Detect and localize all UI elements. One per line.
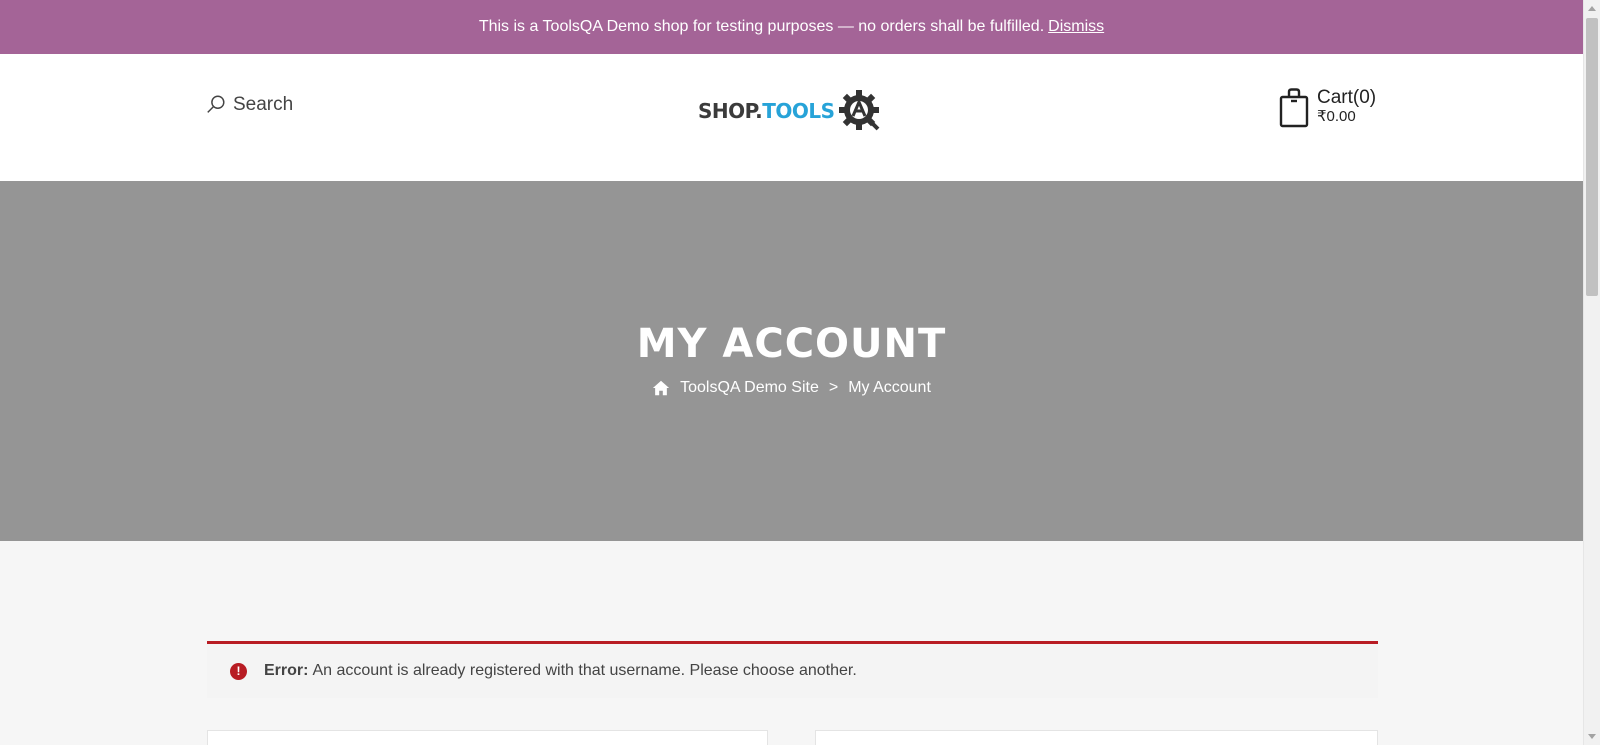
dismiss-link[interactable]: Dismiss bbox=[1048, 18, 1104, 36]
error-notice: ! Error: An account is already registere… bbox=[207, 641, 1378, 698]
login-form-box bbox=[207, 730, 768, 745]
cart-total: ₹0.00 bbox=[1317, 107, 1356, 125]
error-icon: ! bbox=[230, 662, 247, 680]
shopping-bag-icon bbox=[1279, 88, 1309, 128]
page-title: MY ACCOUNT bbox=[636, 321, 947, 367]
site-logo[interactable]: SHOP. TOOLS bbox=[698, 88, 883, 134]
search-icon bbox=[207, 95, 225, 113]
home-icon bbox=[653, 380, 670, 396]
site-header: Search SHOP. TOOLS Cart(0) ₹0.00 bbox=[0, 54, 1583, 181]
search-toggle[interactable]: Search bbox=[205, 94, 293, 116]
notice-text: This is a ToolsQA Demo shop for testing … bbox=[478, 18, 1045, 35]
register-form-box bbox=[815, 730, 1378, 745]
cart-widget[interactable]: Cart(0) ₹0.00 bbox=[1279, 87, 1377, 128]
scrollbar-thumb[interactable] bbox=[1586, 18, 1598, 296]
breadcrumb-current: My Account bbox=[848, 379, 931, 396]
scroll-up-arrow-icon[interactable] bbox=[1588, 6, 1596, 11]
breadcrumb-separator: > bbox=[828, 379, 839, 396]
breadcrumb-home-link[interactable]: ToolsQA Demo Site bbox=[680, 379, 819, 397]
page-hero: MY ACCOUNT ToolsQA Demo Site > My Accoun… bbox=[0, 181, 1583, 541]
search-label: Search bbox=[233, 94, 294, 115]
gear-a-logo-icon bbox=[838, 90, 879, 131]
page-scrollbar[interactable] bbox=[1583, 0, 1600, 745]
cart-label: Cart(0) bbox=[1317, 87, 1377, 108]
logo-text-tools: TOOLS bbox=[762, 99, 835, 123]
logo-text-shop: SHOP. bbox=[698, 99, 763, 123]
scroll-down-arrow-icon[interactable] bbox=[1588, 734, 1596, 739]
demo-store-notice: This is a ToolsQA Demo shop for testing … bbox=[0, 0, 1583, 54]
error-prefix: Error: bbox=[264, 662, 309, 679]
error-message: An account is already registered with th… bbox=[312, 662, 857, 679]
page: This is a ToolsQA Demo shop for testing … bbox=[0, 0, 1583, 745]
breadcrumb: ToolsQA Demo Site > My Account bbox=[0, 379, 1583, 397]
